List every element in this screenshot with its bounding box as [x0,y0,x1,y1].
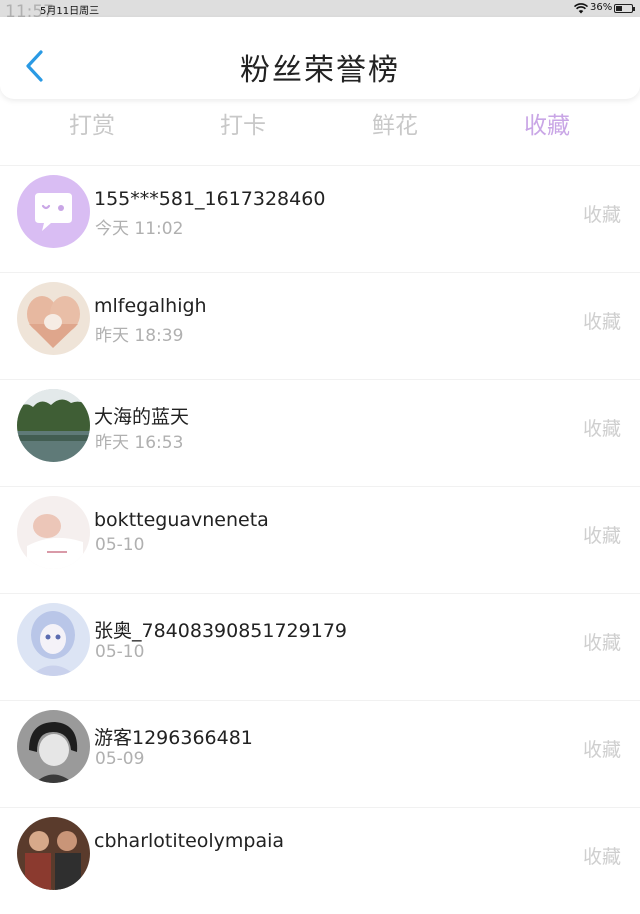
tab-checkin[interactable]: 打卡 [193,106,293,140]
list-item[interactable]: 张奥_78408390851729179 05-10 收藏 [0,593,640,700]
avatar[interactable] [17,603,90,676]
fan-name: 155***581_1617328460 [94,188,326,210]
fan-name: 游客1296366481 [94,727,253,749]
status-bar: 11:57 5月11日周三 36% [0,0,640,22]
tab-flowers[interactable]: 鲜花 [345,106,445,140]
list-item[interactable]: mlfegalhigh 昨天 18:39 收藏 [0,272,640,379]
black-white-portrait-photo [17,710,90,783]
fan-time: 05-10 [95,535,145,555]
tab-reward[interactable]: 打赏 [42,106,142,140]
fan-time: 昨天 18:39 [95,326,184,346]
fan-time: 昨天 16:53 [95,433,184,453]
action-label: 收藏 [582,204,621,226]
action-label: 收藏 [582,311,621,333]
tab-favorites[interactable]: 收藏 [497,106,597,140]
action-label: 收藏 [582,739,621,761]
list-item[interactable]: 游客1296366481 05-09 收藏 [0,700,640,807]
page-title: 粉丝荣誉榜 [240,53,400,88]
anime-girl-photo [17,603,90,676]
action-label: 收藏 [582,846,621,868]
lake-landscape-photo [17,389,90,462]
category-tabs: 打赏 打卡 鲜花 收藏 [0,100,640,145]
action-label: 收藏 [582,418,621,440]
fan-name: boktteguavneneta [94,509,269,531]
list-item[interactable]: 155***581_1617328460 今天 11:02 收藏 [0,165,640,272]
sleeping-baby-photo [17,496,90,569]
fan-time: 今天 11:02 [95,219,184,239]
list-item[interactable]: boktteguavneneta 05-10 收藏 [0,486,640,593]
wifi-icon [574,3,588,14]
avatar[interactable] [17,175,90,248]
battery-percent: 36% [590,2,613,13]
battery-icon [614,4,635,13]
hands-heart-photo [17,282,90,355]
list-item[interactable]: cbharlotiteolympaia 收藏 [0,807,640,914]
chat-bubble-icon [17,175,90,248]
avatar[interactable] [17,282,90,355]
fan-name: mlfegalhigh [94,295,207,317]
action-label: 收藏 [582,632,621,654]
fan-list: 155***581_1617328460 今天 11:02 收藏 mlfegal… [0,165,640,914]
action-label: 收藏 [582,525,621,547]
group-photo [17,817,90,890]
navigation-bar: 粉丝荣誉榜 [0,17,640,99]
fan-name: 张奥_78408390851729179 [94,620,348,642]
fan-time: 05-09 [95,749,145,769]
fan-time: 05-10 [95,642,145,662]
status-date: 5月11日周三 [40,6,100,17]
avatar[interactable] [17,389,90,462]
list-item[interactable]: 大海的蓝天 昨天 16:53 收藏 [0,379,640,486]
avatar[interactable] [17,496,90,569]
avatar[interactable] [17,817,90,890]
fan-name: 大海的蓝天 [94,406,190,428]
fan-name: cbharlotiteolympaia [94,830,285,852]
avatar[interactable] [17,710,90,783]
